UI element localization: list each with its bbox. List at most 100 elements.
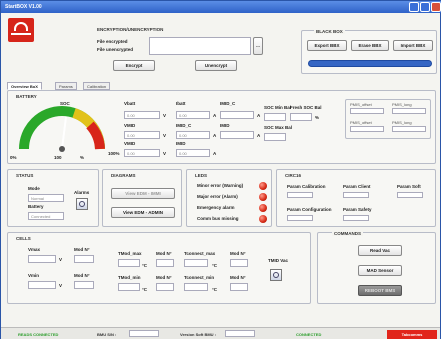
leds-title: LEDS — [195, 173, 208, 178]
led-alarm — [259, 193, 267, 201]
ibatt-label: Ibatt — [176, 101, 186, 106]
circ-title: CIRC16 — [285, 173, 302, 178]
connected-status: CONNECTED — [296, 332, 322, 337]
window-title: StartBOX V1.00 — [5, 4, 42, 10]
version-soft-field — [225, 330, 255, 337]
soc-gauge — [19, 106, 105, 152]
reads-connected-status: READS CONNECTED — [18, 332, 59, 337]
file-path-field[interactable] — [149, 37, 251, 55]
pmis-offset2-field — [350, 126, 384, 132]
encryption-title: ENCRYPTION/UNENCRYPTION — [97, 27, 164, 32]
imid-c2-field — [220, 111, 254, 119]
vmid-field: 0.00 — [124, 131, 160, 139]
tconnect-min-field — [184, 283, 208, 291]
close-icon[interactable] — [431, 2, 441, 12]
ibatt-field: 0.00 — [176, 111, 210, 119]
minimize-icon[interactable] — [409, 2, 419, 12]
param-safety-label: Param Safety — [343, 207, 372, 212]
encryption-panel: ENCRYPTION/UNENCRYPTION File encrypted F… — [83, 23, 281, 75]
imid-field: 0.00 — [176, 149, 210, 157]
mode-field: Normal — [28, 194, 64, 202]
progress-bar — [308, 60, 432, 67]
led-label-warning: Minor error (Warning) — [197, 183, 244, 188]
gauge-min: 0% — [10, 155, 17, 160]
led-label-emergency: Emergency alarm — [197, 205, 235, 210]
fresh-soc-unit: % — [315, 115, 320, 120]
tconnect-max-mod-label: Mod N° — [230, 251, 246, 256]
browse-button[interactable]: ... — [253, 37, 263, 55]
vmid-label: VMID — [124, 123, 136, 128]
param-calibration-label: Param Calibration — [287, 184, 326, 189]
imid-c2-unit: A — [257, 113, 261, 118]
mad-sensor-button[interactable]: MAD Sensor — [358, 265, 402, 276]
app-logo-icon — [8, 18, 34, 42]
imid-c-field: 0.00 — [176, 131, 210, 139]
ibatt-unit: A — [213, 113, 217, 118]
gauge-value: 100 — [54, 155, 62, 160]
pmis-offset-label: PMIS_offset — [350, 102, 372, 107]
imid2-unit: A — [257, 133, 261, 138]
imid-c-unit: A — [213, 133, 217, 138]
alarms-icon[interactable] — [76, 198, 88, 210]
unencrypt-button[interactable]: Unencrypt — [195, 60, 237, 71]
pmis-long2-field — [392, 126, 426, 132]
tmid-label: TMID Vac — [268, 258, 289, 263]
tmod-max-unit: °C — [142, 263, 148, 268]
vmax-field — [28, 255, 56, 263]
tconnect-max-unit: °C — [212, 263, 218, 268]
tmod-min-label: TMod_min — [118, 275, 141, 280]
tconnect-max-field — [184, 259, 208, 267]
soc-max-bal-field — [264, 133, 286, 141]
tmid-search-icon[interactable] — [270, 269, 282, 281]
view-edm-admin-button[interactable]: View EDM - ADMIN — [111, 207, 175, 218]
gauge-label: SOC — [60, 101, 70, 106]
param-calibration-field — [287, 192, 313, 198]
pmis-box: PMIS_offset PMIS_long PMIS_offset PMIS_l… — [345, 99, 431, 139]
soc-max-bal-label: SOC Max Bal — [264, 125, 293, 130]
gauge-unit: % — [80, 155, 85, 160]
soc-min-bal-label: SOC Min Bal — [264, 105, 292, 110]
led-emergency — [259, 204, 267, 212]
erase-bbx-button[interactable]: Erase BBX — [351, 40, 389, 51]
maximize-icon[interactable] — [420, 2, 430, 12]
tmod-min-mod-label: Mod N° — [156, 275, 172, 280]
blackbox-title: BLACK BOX — [314, 29, 345, 34]
param-client-field — [343, 192, 369, 198]
tab-overview[interactable]: Overview BoX — [7, 82, 42, 90]
tconnect-max-mod-field — [230, 259, 248, 267]
tmod-min-unit: °C — [142, 287, 148, 292]
param-client-label: Param Client — [343, 184, 371, 189]
read-vac-button[interactable]: Read Vac — [358, 245, 402, 256]
vmin-field — [28, 281, 56, 289]
view-edm-immi-button[interactable]: View EDM - IMMI — [111, 188, 175, 199]
status-title: STATUS — [16, 173, 34, 178]
app-window: StartBOX V1.00 ENCRYPTION/UNENCRYPTION F… — [0, 0, 441, 339]
imid-c-label: IMID_C — [176, 123, 192, 128]
param-soft-label: Param Soft — [397, 184, 421, 189]
vmin-label: Vmin — [28, 273, 40, 278]
pmis-offset2-label: PMIS_offset — [350, 120, 372, 125]
vmid-unit: V — [163, 133, 167, 138]
export-bbx-button[interactable]: Export BBX — [307, 40, 347, 51]
vmax-unit: V — [59, 257, 63, 262]
tconnect-min-unit: °C — [212, 287, 218, 292]
blackbox-panel: BLACK BOX Export BBX Erase BBX Import BB… — [301, 29, 437, 74]
vmax-mod-label: Mod N° — [74, 247, 90, 252]
pmis-long2-label: PMIS_long — [392, 120, 412, 125]
tabcomms-indicator: Tabcomms — [387, 330, 437, 339]
reboot-bms-button[interactable]: REBOOT BMS — [358, 285, 402, 296]
tab-calibration[interactable]: Calibration — [83, 82, 111, 90]
tmod-min-mod-field — [156, 283, 174, 291]
battery-title: BATTERY — [16, 94, 37, 99]
gauge-max: 100% — [108, 151, 120, 156]
bmu-sn-label: BMU S/N : — [97, 332, 117, 337]
encrypt-button[interactable]: Encrypt — [113, 60, 155, 71]
vbatt-unit: V — [163, 113, 167, 118]
led-comm — [259, 215, 267, 223]
imid-label: IMID — [176, 141, 186, 146]
vbatt-field: 0.00 — [124, 111, 160, 119]
import-bbx-button[interactable]: Import BBX — [393, 40, 433, 51]
vmin-unit: V — [59, 283, 63, 288]
pmis-long-field — [392, 108, 426, 114]
tab-params[interactable]: Params — [55, 82, 77, 90]
